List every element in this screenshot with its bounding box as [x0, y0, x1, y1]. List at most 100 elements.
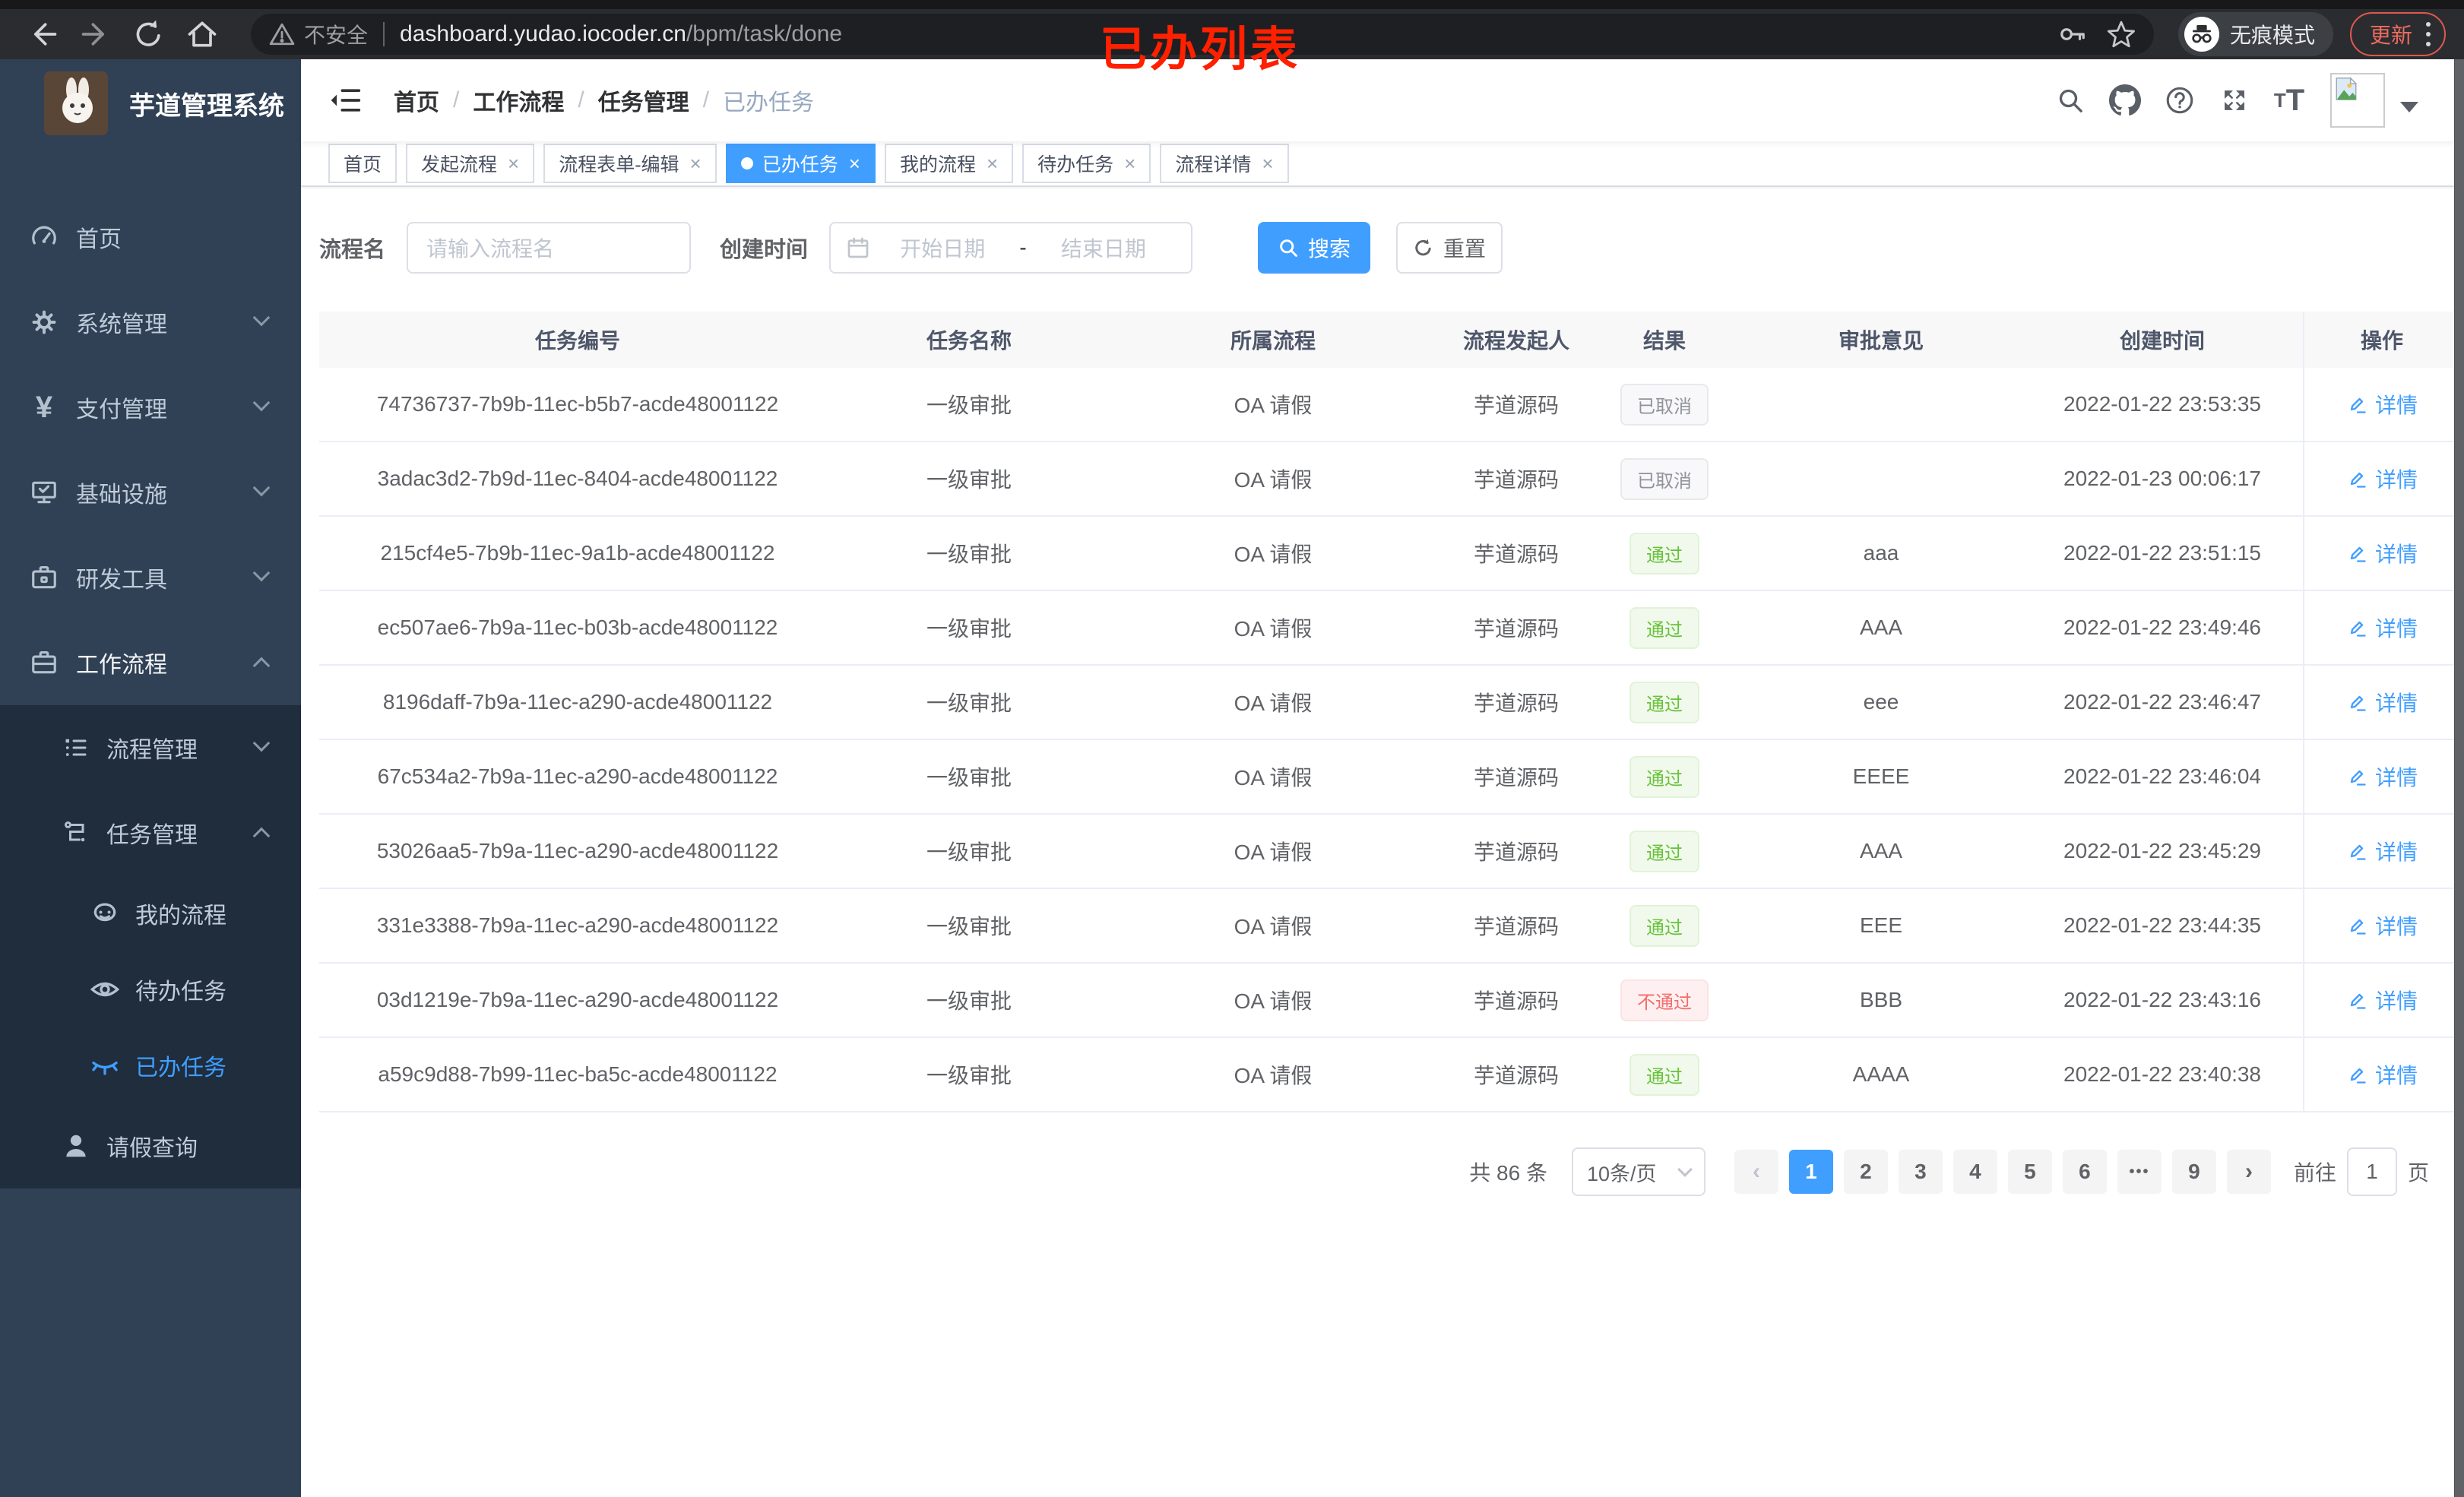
sidebar-item-workflow[interactable]: 工作流程 — [0, 620, 301, 705]
sidebar-item-my-process[interactable]: 我的流程 — [0, 875, 301, 951]
starter-cell: 芋道源码 — [1473, 915, 1559, 938]
more-pages-button[interactable]: ••• — [2117, 1150, 2162, 1194]
task-id-cell: 215cf4e5-7b9b-11ec-9a1b-acde48001122 — [380, 541, 775, 565]
starter-cell: 芋道源码 — [1473, 468, 1559, 492]
avatar[interactable] — [2330, 73, 2385, 128]
create-time-cell: 2022-01-23 00:06:17 — [2063, 467, 2261, 490]
page-button-3[interactable]: 3 — [1898, 1150, 1943, 1194]
detail-link[interactable]: 详情 — [2346, 1059, 2418, 1090]
app-title: 芋道管理系统 — [129, 91, 284, 121]
page-button-5[interactable]: 5 — [2007, 1150, 2052, 1194]
tab-form-edit[interactable]: 流程表单-编辑 × — [543, 144, 717, 183]
tab-process-detail[interactable]: 流程详情 × — [1160, 144, 1289, 183]
detail-link[interactable]: 详情 — [2346, 389, 2418, 419]
task-name-cell: 一级审批 — [926, 989, 1012, 1013]
sidebar-item-infra[interactable]: 基础设施 — [0, 450, 301, 535]
close-icon[interactable]: × — [508, 153, 519, 173]
logo-image — [44, 71, 108, 135]
close-icon[interactable]: × — [1262, 153, 1273, 173]
sidebar-item-leave-query[interactable]: 请假查询 — [0, 1103, 301, 1188]
detail-link[interactable]: 详情 — [2346, 464, 2418, 494]
font-size-icon[interactable]: TT — [2265, 76, 2314, 125]
detail-link[interactable]: 详情 — [2346, 612, 2418, 643]
gear-icon — [27, 308, 61, 337]
task-name-cell: 一级审批 — [926, 617, 1012, 641]
task-name-cell: 一级审批 — [926, 543, 1012, 566]
next-page-button[interactable]: › — [2226, 1150, 2271, 1194]
monitor-icon — [27, 478, 61, 507]
back-icon[interactable] — [21, 13, 64, 55]
sidebar-item-task-mgmt[interactable]: 任务管理 — [0, 790, 301, 875]
workflow-submenu: 流程管理 任务管理 我的流程 待办任务 已办任务 请假查询 — [0, 705, 301, 1188]
security-warning-icon — [269, 21, 295, 47]
sidebar-item-todo-tasks[interactable]: 待办任务 — [0, 951, 301, 1027]
bookmark-star-icon[interactable] — [2107, 20, 2136, 49]
page-size-select[interactable]: 10条/页 — [1571, 1147, 1705, 1196]
window-scrollbar[interactable] — [2454, 59, 2464, 1497]
help-icon[interactable] — [2155, 76, 2204, 125]
fullscreen-icon[interactable] — [2210, 76, 2259, 125]
create-time-cell: 2022-01-22 23:44:35 — [2063, 913, 2261, 937]
page-button-9[interactable]: 9 — [2171, 1150, 2216, 1194]
process-name-input[interactable]: 请输入流程名 — [407, 222, 692, 274]
detail-link[interactable]: 详情 — [2346, 687, 2418, 717]
avatar-dropdown-caret[interactable] — [2400, 102, 2418, 112]
tab-todo-tasks[interactable]: 待办任务 × — [1022, 144, 1151, 183]
home-icon[interactable] — [181, 13, 223, 55]
page-button-1[interactable]: 1 — [1788, 1150, 1833, 1194]
end-date-placeholder: 结束日期 — [1060, 237, 1146, 261]
page-button-6[interactable]: 6 — [2062, 1150, 2107, 1194]
start-date-placeholder: 开始日期 — [900, 237, 986, 261]
sidebar: 芋道管理系统 首页 系统管理 ¥ 支付管理 基础设施 研发工具 工作流程 流程管… — [0, 59, 301, 1497]
search-button[interactable]: 搜索 — [1258, 222, 1371, 274]
browser-menu-button[interactable]: 更新 — [2349, 12, 2446, 56]
tab-done-tasks[interactable]: 已办任务 × — [725, 144, 876, 183]
search-icon[interactable] — [2046, 76, 2095, 125]
sidebar-item-home[interactable]: 首页 — [0, 195, 301, 280]
password-key-icon[interactable] — [2058, 20, 2087, 49]
flow-cell: OA 请假 — [1234, 1064, 1313, 1087]
close-icon[interactable]: × — [1124, 153, 1135, 173]
sidebar-item-process-mgmt[interactable]: 流程管理 — [0, 705, 301, 790]
breadcrumb-home[interactable]: 首页 — [394, 84, 439, 117]
breadcrumb-workflow[interactable]: 工作流程 — [473, 84, 564, 117]
sidebar-collapse-icon[interactable] — [327, 82, 363, 119]
tab-my-process[interactable]: 我的流程 × — [884, 144, 1014, 183]
tab-home[interactable]: 首页 — [328, 144, 397, 183]
close-icon[interactable]: × — [987, 153, 998, 173]
starter-cell: 芋道源码 — [1473, 766, 1559, 790]
page-button-2[interactable]: 2 — [1843, 1150, 1888, 1194]
chevron-down-icon — [252, 394, 271, 412]
table-row: 8196daff-7b9a-11ec-a290-acde48001122 一级审… — [319, 666, 2459, 740]
table-header: 任务编号 任务名称 所属流程 流程发起人 结果 审批意见 创建时间 操作 — [319, 312, 2459, 368]
logo-row[interactable]: 芋道管理系统 — [0, 59, 301, 147]
sidebar-item-devtools[interactable]: 研发工具 — [0, 535, 301, 620]
table-row: 53026aa5-7b9a-11ec-a290-acde48001122 一级审… — [319, 815, 2459, 889]
sidebar-item-payment[interactable]: ¥ 支付管理 — [0, 365, 301, 450]
sidebar-item-done-tasks[interactable]: 已办任务 — [0, 1027, 301, 1103]
close-icon[interactable]: × — [849, 153, 860, 173]
detail-link[interactable]: 详情 — [2346, 985, 2418, 1015]
task-name-cell: 一级审批 — [926, 840, 1012, 864]
prev-page-button[interactable]: ‹ — [1734, 1150, 1778, 1194]
goto-page-input[interactable] — [2346, 1147, 2397, 1196]
toolbox-icon — [27, 563, 61, 592]
page-button-4[interactable]: 4 — [1953, 1150, 1997, 1194]
detail-link[interactable]: 详情 — [2346, 761, 2418, 792]
reload-icon[interactable] — [128, 13, 170, 55]
tab-start-process[interactable]: 发起流程 × — [406, 144, 535, 183]
forward-icon[interactable] — [74, 13, 117, 55]
sidebar-item-system[interactable]: 系统管理 — [0, 280, 301, 365]
github-icon[interactable] — [2101, 76, 2149, 125]
date-range-picker[interactable]: 开始日期 - 结束日期 — [829, 222, 1193, 274]
breadcrumb-task-mgmt[interactable]: 任务管理 — [598, 84, 689, 117]
detail-link[interactable]: 详情 — [2346, 836, 2418, 866]
detail-link[interactable]: 详情 — [2346, 910, 2418, 941]
detail-link[interactable]: 详情 — [2346, 538, 2418, 568]
flow-cell: OA 请假 — [1234, 840, 1313, 864]
calendar-icon — [846, 236, 870, 260]
result-badge: 不通过 — [1620, 979, 1709, 1021]
table-row: 74736737-7b9b-11ec-b5b7-acde48001122 一级审… — [319, 368, 2459, 442]
reset-button[interactable]: 重置 — [1396, 222, 1503, 274]
close-icon[interactable]: × — [690, 153, 702, 173]
